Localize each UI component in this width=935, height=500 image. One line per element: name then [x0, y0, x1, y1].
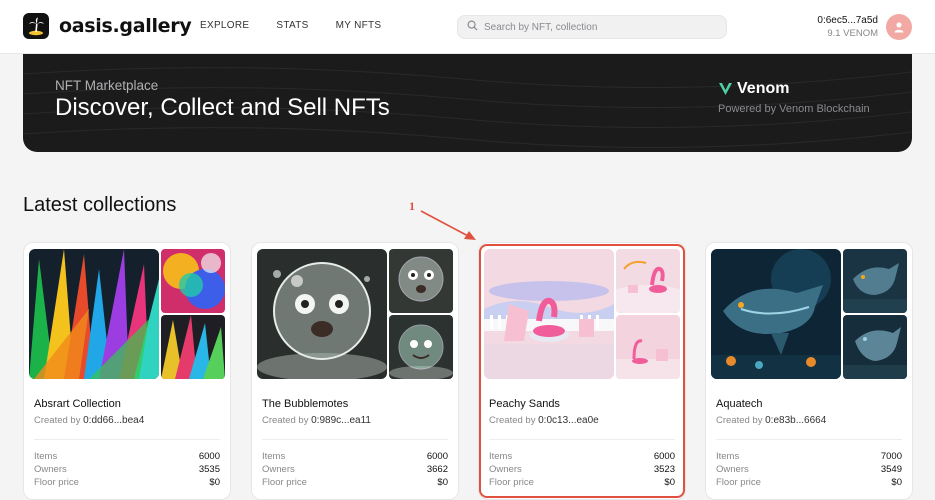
- banner-eyebrow: NFT Marketplace: [55, 78, 159, 93]
- owners-value: 3549: [880, 464, 902, 475]
- nav-stats[interactable]: STATS: [276, 20, 308, 31]
- stat-label: Floor price: [34, 477, 79, 488]
- collection-card[interactable]: The Bubblemotes Created by 0:989c...ea11…: [251, 242, 459, 500]
- collection-image: [257, 249, 387, 379]
- hero-banner: NFT Marketplace Discover, Collect and Se…: [23, 54, 912, 152]
- creator-address[interactable]: 0:989c...ea11: [311, 415, 371, 426]
- collection-stats: Items 6000 Owners 3662 Floor price $0: [262, 450, 448, 489]
- banner-title: Discover, Collect and Sell NFTs: [55, 94, 390, 121]
- avatar[interactable]: [886, 14, 912, 40]
- stat-label: Floor price: [716, 477, 761, 488]
- venom-logo-icon: [719, 83, 732, 95]
- collection-thumbnail: [843, 315, 907, 379]
- items-value: 7000: [880, 451, 902, 462]
- stat-label: Owners: [716, 464, 749, 475]
- divider: [716, 439, 902, 440]
- annotation-highlight-box: [479, 244, 685, 498]
- divider: [262, 439, 448, 440]
- search-box[interactable]: [457, 15, 727, 39]
- creator-address[interactable]: 0:e83b...6664: [765, 415, 826, 426]
- collection-image: [711, 249, 841, 379]
- stat-label: Items: [262, 451, 286, 462]
- main-nav: EXPLORE STATS MY NFTS: [200, 20, 408, 31]
- nav-explore[interactable]: EXPLORE: [200, 20, 249, 31]
- stat-label: Items: [716, 451, 740, 462]
- search-icon: [467, 18, 478, 36]
- collection-thumbnail: [843, 249, 907, 313]
- nav-my-nfts[interactable]: MY NFTS: [336, 20, 382, 31]
- search-input[interactable]: [484, 21, 714, 33]
- collection-thumbnail: [161, 249, 225, 313]
- palm-tree-logo-icon: [23, 13, 49, 39]
- creator-address[interactable]: 0:dd66...bea4: [83, 415, 144, 426]
- logo-text: oasis.gallery: [59, 15, 192, 37]
- collection-thumbnail: [389, 315, 453, 379]
- collection-images: [711, 249, 907, 379]
- annotation-label: 1: [409, 199, 415, 213]
- stat-label: Owners: [34, 464, 67, 475]
- collection-name[interactable]: The Bubblemotes: [262, 398, 348, 410]
- collection-images: [29, 249, 225, 379]
- venom-name: Venom: [737, 80, 790, 97]
- collection-images: [257, 249, 453, 379]
- collection-card[interactable]: Aquatech Created by 0:e83b...6664 Items 7…: [705, 242, 913, 500]
- floor-price-value: $0: [891, 477, 902, 488]
- collection-name[interactable]: Aquatech: [716, 398, 762, 410]
- floor-price-value: $0: [437, 477, 448, 488]
- stat-label: Owners: [262, 464, 295, 475]
- wallet-address: 0:6ec5...7a5d: [817, 15, 878, 26]
- floor-price-value: $0: [209, 477, 220, 488]
- items-value: 6000: [426, 451, 448, 462]
- venom-subtitle: Powered by Venom Blockchain: [718, 103, 870, 115]
- logo[interactable]: oasis.gallery: [23, 13, 192, 39]
- collection-creator: Created by 0:dd66...bea4: [34, 415, 145, 426]
- section-title: Latest collections: [23, 194, 177, 216]
- collection-stats: Items 6000 Owners 3535 Floor price $0: [34, 450, 220, 489]
- collection-thumbnail: [389, 249, 453, 313]
- wallet-balance: 9.1 VENOM: [827, 28, 878, 39]
- collection-creator: Created by 0:e83b...6664: [716, 415, 827, 426]
- owners-value: 3535: [198, 464, 220, 475]
- venom-brand: Venom Powered by Venom Blockchain: [718, 80, 870, 115]
- collection-thumbnail: [161, 315, 225, 379]
- collection-creator: Created by 0:989c...ea11: [262, 415, 371, 426]
- stat-label: Floor price: [262, 477, 307, 488]
- divider: [34, 439, 220, 440]
- stat-label: Items: [34, 451, 58, 462]
- collection-name[interactable]: Absrart Collection: [34, 398, 121, 410]
- collection-stats: Items 7000 Owners 3549 Floor price $0: [716, 450, 902, 489]
- owners-value: 3662: [426, 464, 448, 475]
- collection-card[interactable]: Absrart Collection Created by 0:dd66...b…: [23, 242, 231, 500]
- items-value: 6000: [198, 451, 220, 462]
- user-icon: [894, 22, 904, 33]
- top-header: oasis.gallery EXPLORE STATS MY NFTS 0:6e…: [0, 0, 935, 54]
- wallet-info[interactable]: 0:6ec5...7a5d 9.1 VENOM: [817, 15, 878, 39]
- collection-image: [29, 249, 159, 379]
